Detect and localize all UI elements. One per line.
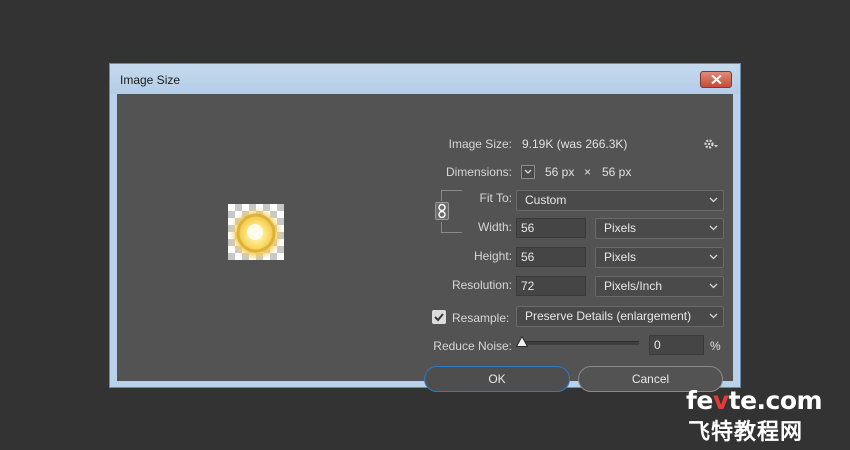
window-title: Image Size xyxy=(120,73,181,87)
image-preview xyxy=(228,204,284,260)
constrain-bracket-top xyxy=(441,190,462,201)
resolution-label: Resolution: xyxy=(451,278,512,292)
chevron-down-icon xyxy=(709,283,718,289)
resolution-unit-value: Pixels/Inch xyxy=(604,279,663,293)
image-size-label: Image Size: xyxy=(448,137,512,151)
reduce-noise-slider-track[interactable] xyxy=(523,341,639,345)
constrain-proportions-toggle[interactable] xyxy=(435,202,449,220)
glow-orb-image xyxy=(229,206,283,260)
resample-label: Resample: xyxy=(452,311,510,325)
resample-checkbox[interactable] xyxy=(432,310,446,324)
reduce-noise-slider-thumb[interactable] xyxy=(516,336,528,347)
fit-to-select[interactable]: Custom xyxy=(516,190,724,211)
chain-link-icon xyxy=(438,203,446,219)
watermark-site: fevte.com xyxy=(686,386,823,415)
chevron-down-icon xyxy=(709,313,718,319)
width-label: Width: xyxy=(477,220,512,234)
title-bar[interactable]: Image Size xyxy=(110,64,740,94)
reduce-noise-input[interactable]: 0 xyxy=(649,335,704,355)
constrain-bracket-bottom xyxy=(441,222,462,233)
chevron-down-icon xyxy=(524,169,532,174)
dimensions-height: 56 px xyxy=(602,165,632,179)
checkmark-icon xyxy=(434,313,444,322)
width-unit-value: Pixels xyxy=(604,221,637,235)
fit-to-label: Fit To: xyxy=(479,191,512,205)
height-label: Height: xyxy=(473,249,512,263)
reduce-noise-label: Reduce Noise: xyxy=(433,339,512,353)
chevron-down-icon xyxy=(709,225,718,231)
chevron-down-icon xyxy=(709,254,718,260)
resample-method-select[interactable]: Preserve Details (enlargement) xyxy=(516,306,724,327)
height-input[interactable]: 56 xyxy=(516,247,586,267)
height-unit-select[interactable]: Pixels xyxy=(595,247,724,268)
dimensions-unit-dropdown[interactable] xyxy=(521,165,535,179)
dialog-body: Image Size: 9.19K (was 266.3K) Dimension… xyxy=(117,94,733,392)
fit-to-value: Custom xyxy=(525,193,567,207)
image-size-value: 9.19K (was 266.3K) xyxy=(522,137,628,151)
dimensions-width: 56 px xyxy=(545,165,575,179)
width-unit-select[interactable]: Pixels xyxy=(595,218,724,239)
dimensions-label: Dimensions: xyxy=(445,165,512,179)
resolution-input[interactable]: 72 xyxy=(516,276,586,296)
image-size-dialog: Image Size Image Size: 9.19K (was 266.3K… xyxy=(109,63,741,392)
close-icon xyxy=(711,75,722,84)
dimensions-times: × xyxy=(584,165,592,179)
watermark-site-chinese: 飞特教程网 xyxy=(688,420,804,445)
resample-method-value: Preserve Details (enlargement) xyxy=(525,309,692,323)
chevron-down-icon xyxy=(709,197,718,203)
close-button[interactable] xyxy=(700,71,732,88)
resolution-unit-select[interactable]: Pixels/Inch xyxy=(595,276,724,297)
ok-button[interactable]: OK xyxy=(424,366,570,392)
width-input[interactable]: 56 xyxy=(516,218,586,238)
height-unit-value: Pixels xyxy=(604,250,637,264)
gear-icon[interactable] xyxy=(703,138,719,150)
reduce-noise-unit: % xyxy=(710,339,721,353)
